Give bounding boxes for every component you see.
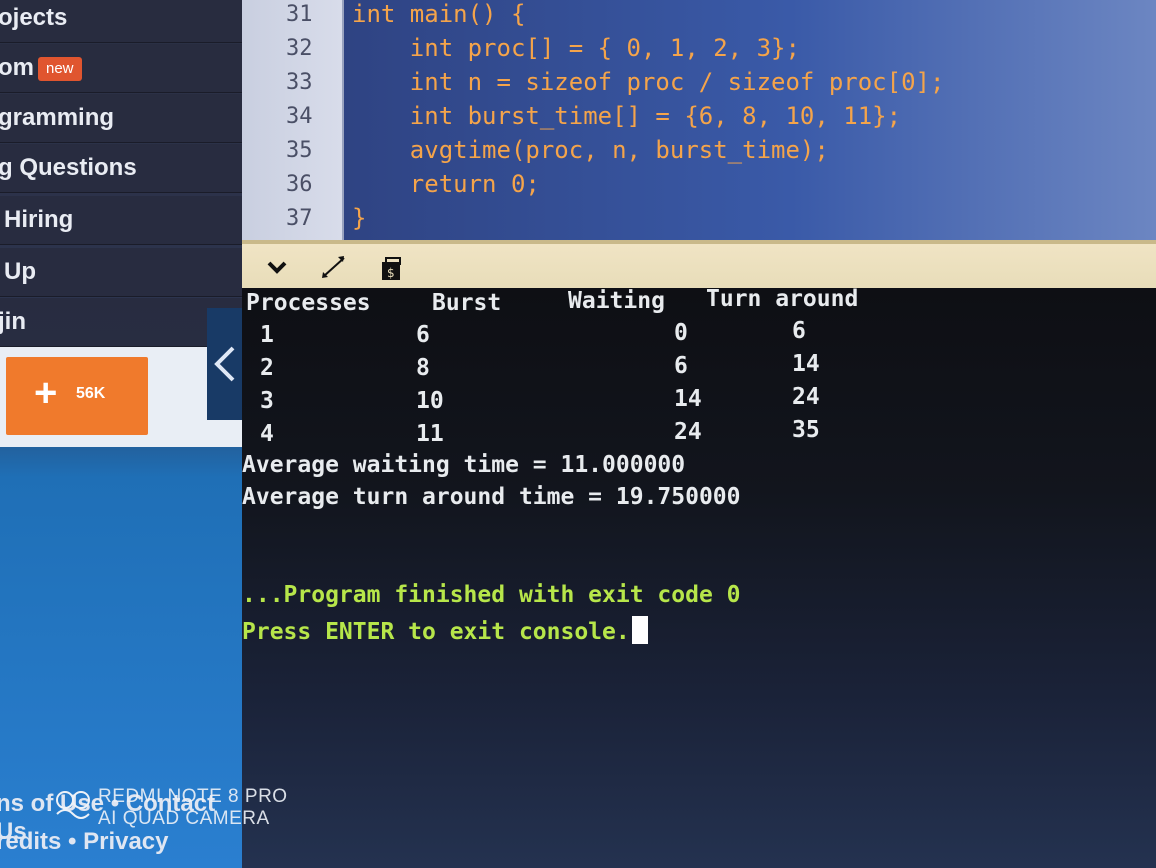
expand-icon[interactable]	[320, 254, 348, 280]
stdin-icon[interactable]: $	[380, 256, 404, 282]
sidebar-item-label: jin	[0, 308, 26, 335]
code-line: return 0;	[352, 170, 540, 198]
line-number: 32	[286, 36, 313, 61]
console-toolbar: $	[242, 240, 1156, 292]
sidebar-item-questions[interactable]: g Questions	[0, 144, 242, 193]
cell-waiting: 24	[674, 419, 702, 445]
sidebar-item-label: g Questions	[0, 154, 137, 181]
avg-turnaround-line: Average turn around time = 19.750000	[242, 484, 741, 510]
sidebar: ojects om new gramming g Questions Hirin…	[0, 0, 242, 868]
cell-burst: 10	[416, 388, 444, 414]
plus-icon: +	[34, 371, 58, 415]
sidebar-item-label: om	[0, 54, 34, 81]
code-line: int n = sizeof proc / sizeof proc[0];	[352, 68, 945, 96]
sidebar-item-label: ojects	[0, 4, 68, 31]
exit-code-line: ...Program finished with exit code 0	[242, 582, 741, 608]
cell-burst: 11	[416, 421, 444, 447]
cell-process: 4	[260, 421, 274, 447]
share-count: 56K	[76, 385, 106, 402]
new-badge: new	[38, 57, 82, 81]
watermark-camera: AI QUAD CAMERA	[98, 808, 270, 829]
header-turnaround: Turn around	[706, 286, 859, 312]
line-number: 37	[286, 206, 313, 231]
avg-waiting-line: Average waiting time = 11.000000	[242, 452, 686, 478]
cell-turnaround: 6	[792, 318, 806, 344]
line-number: 31	[286, 2, 313, 27]
cell-burst: 6	[416, 322, 430, 348]
sidebar-item-label: Up	[4, 258, 36, 285]
cell-burst: 8	[416, 355, 430, 381]
code-line: }	[352, 204, 367, 232]
camera-watermark: REDMI NOTE 8 PRO AI QUAD CAMERA	[52, 786, 288, 830]
cell-waiting: 0	[674, 320, 688, 346]
line-number: 34	[286, 104, 313, 129]
press-enter-text: Press ENTER to exit console.	[242, 619, 630, 645]
footer-links-privacy[interactable]: redits • Privacy	[0, 828, 169, 856]
header-burst: Burst	[432, 290, 502, 316]
header-waiting: Waiting	[568, 288, 665, 314]
line-number: 36	[286, 172, 313, 197]
press-enter-line: Press ENTER to exit console.	[242, 616, 648, 645]
sidebar-item-label: Hiring	[4, 206, 74, 233]
share-box: + 56K	[0, 347, 242, 447]
cell-turnaround: 24	[792, 384, 820, 410]
line-number: 33	[286, 70, 313, 95]
sidebar-item-programming[interactable]: gramming	[0, 94, 242, 143]
share-button[interactable]: + 56K	[6, 357, 148, 435]
text-cursor	[631, 616, 648, 644]
sidebar-item-label: gramming	[0, 104, 115, 131]
code-line: int burst_time[] = {6, 8, 10, 11};	[352, 102, 902, 130]
sidebar-item-hiring[interactable]: Hiring	[0, 196, 242, 245]
code-editor[interactable]: 31 32 33 34 35 36 37 int main() { int pr…	[242, 0, 1156, 240]
chevron-down-icon[interactable]	[266, 258, 288, 276]
console-output[interactable]: Processes Burst Waiting Turn around 1 6 …	[242, 286, 1156, 868]
svg-text:$: $	[387, 266, 395, 280]
sidebar-item-login[interactable]: jin	[0, 298, 242, 347]
cell-process: 2	[260, 355, 274, 381]
line-number-gutter: 31 32 33 34 35 36 37	[242, 0, 344, 240]
code-line: int proc[] = { 0, 1, 2, 3};	[352, 34, 800, 62]
sidebar-item-projects[interactable]: ojects	[0, 0, 242, 43]
cell-waiting: 14	[674, 386, 702, 412]
header-processes: Processes	[246, 290, 371, 316]
sidebar-item-signup[interactable]: Up	[0, 248, 242, 297]
sidebar-item-new[interactable]: om new	[0, 44, 242, 93]
cell-turnaround: 14	[792, 351, 820, 377]
code-line: int main() {	[352, 0, 526, 28]
collapse-sidebar-button[interactable]	[207, 308, 245, 420]
chevron-left-icon	[214, 346, 235, 382]
watermark-model: REDMI NOTE 8 PRO	[98, 786, 288, 807]
line-number: 35	[286, 138, 313, 163]
cell-waiting: 6	[674, 353, 688, 379]
cell-turnaround: 35	[792, 417, 820, 443]
code-line: avgtime(proc, n, burst_time);	[352, 136, 829, 164]
cell-process: 1	[260, 322, 274, 348]
cell-process: 3	[260, 388, 274, 414]
